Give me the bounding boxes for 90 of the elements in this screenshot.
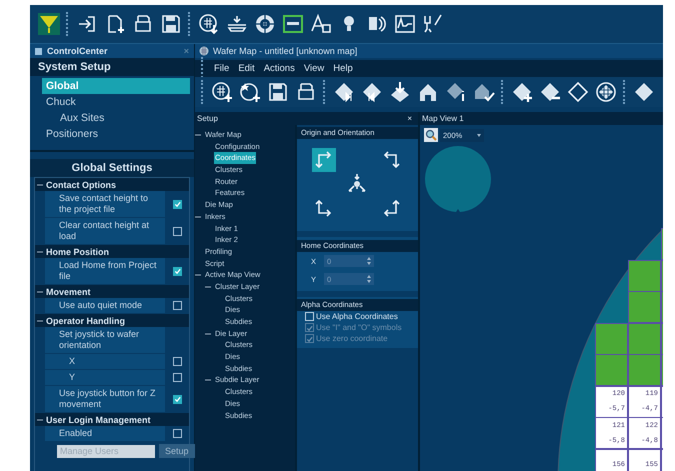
- target-icon[interactable]: [254, 13, 276, 35]
- menu-item[interactable]: Actions: [264, 63, 295, 74]
- tree-item[interactable]: Chuck: [42, 94, 194, 110]
- wafer-download-icon[interactable]: [198, 13, 220, 35]
- group-title: Movement: [46, 286, 91, 296]
- minus-icon[interactable]: [205, 330, 211, 337]
- waveform-icon[interactable]: [394, 13, 416, 35]
- group-title: User Login Management: [46, 414, 151, 424]
- menu-item[interactable]: View: [304, 63, 324, 74]
- chuck-icon[interactable]: [226, 13, 248, 35]
- checkbox[interactable]: [172, 266, 182, 276]
- diamond-minus-icon[interactable]: [539, 81, 561, 103]
- home-icon[interactable]: [417, 81, 439, 103]
- probe-pen-icon[interactable]: [422, 13, 444, 35]
- orientation-button[interactable]: [312, 148, 336, 172]
- pane-title: Setup: [197, 114, 218, 123]
- die-cell: [628, 291, 661, 323]
- diamond-info-icon[interactable]: [445, 81, 467, 103]
- save-icon[interactable]: [267, 81, 289, 103]
- checkbox-label: Use Alpha Coordinates: [316, 312, 398, 321]
- minus-icon[interactable]: [205, 377, 211, 384]
- menu-item[interactable]: Help: [333, 63, 353, 74]
- die-cell: [628, 322, 661, 354]
- setting-label: X: [45, 354, 165, 369]
- panel-title: ControlCenter: [47, 46, 108, 56]
- section-title: System Setup: [30, 58, 194, 76]
- diamond-outline-icon[interactable]: [567, 81, 589, 103]
- checkbox-label: Use zero coordinate: [316, 334, 388, 343]
- setting-label: Enabled: [45, 426, 165, 441]
- window-icon: [35, 48, 42, 54]
- group-title: Home Position: [46, 246, 110, 256]
- login-icon[interactable]: [76, 13, 98, 35]
- diamond-previous-icon[interactable]: [361, 81, 383, 103]
- checkbox[interactable]: [172, 301, 182, 310]
- wafer-thumbnail-icon: [424, 145, 492, 213]
- printer-icon[interactable]: [132, 13, 154, 35]
- wafer-icon: [199, 46, 209, 56]
- menu-item[interactable]: File: [214, 63, 230, 74]
- setting-label: Load Home from Project file: [45, 258, 165, 284]
- printer-icon[interactable]: [295, 81, 317, 103]
- setting-label: Set joystick to wafer orientation: [45, 327, 165, 353]
- checkbox[interactable]: [172, 373, 182, 382]
- minus-icon[interactable]: [37, 182, 43, 188]
- tree-item[interactable]: Positioners: [42, 126, 194, 142]
- caret-icon: [477, 134, 481, 136]
- die-cell: [595, 322, 628, 354]
- house-check-icon[interactable]: [473, 81, 495, 103]
- die-cell: [628, 260, 661, 292]
- diamond-download-icon[interactable]: [389, 81, 411, 103]
- setting-label: Use joystick button for Z movement: [45, 386, 165, 412]
- setting-label: Use auto quiet mode: [45, 298, 165, 313]
- settings-title: Global Settings: [30, 159, 194, 177]
- minus-icon[interactable]: [195, 214, 201, 220]
- setting-label: Save contact height to the project file: [45, 191, 165, 217]
- checkbox[interactable]: [172, 226, 182, 236]
- checkbox[interactable]: [172, 394, 182, 404]
- minus-icon[interactable]: [37, 248, 43, 254]
- crosshair-icon: [346, 174, 368, 194]
- setting-label: Clear contact height at load: [45, 218, 165, 244]
- setting-label: Y: [45, 370, 165, 385]
- minus-icon[interactable]: [37, 288, 43, 294]
- minus-icon[interactable]: [37, 318, 43, 324]
- minus-icon[interactable]: [37, 416, 43, 422]
- wafer-plus-icon[interactable]: [211, 81, 233, 103]
- window-title: Wafer Map - untitled [unknown map]: [213, 46, 358, 56]
- minus-icon[interactable]: [205, 284, 211, 290]
- group-title: Contact Options: [46, 180, 116, 190]
- group-title: Operator Handling: [46, 316, 126, 326]
- spin-arrows-icon: [367, 275, 372, 283]
- zoom-button[interactable]: [424, 128, 438, 142]
- logo-icon[interactable]: [38, 13, 60, 35]
- close-icon[interactable]: ×: [407, 114, 412, 123]
- checkbox[interactable]: [172, 357, 182, 366]
- wafer-grid-icon[interactable]: [595, 81, 617, 103]
- checkbox-label: Use "I" and "O" symbols: [316, 323, 402, 332]
- window-icon[interactable]: [282, 13, 304, 35]
- checkbox[interactable]: [305, 312, 314, 321]
- diamond-next-icon[interactable]: [333, 81, 355, 103]
- tree-item[interactable]: Aux Sites: [56, 110, 194, 126]
- menu-item[interactable]: Edit: [238, 63, 255, 74]
- checkbox[interactable]: [172, 200, 182, 208]
- diamond-plus-icon[interactable]: [511, 81, 533, 103]
- checkbox[interactable]: [172, 429, 182, 438]
- pane-title: Map View 1: [422, 114, 464, 123]
- save-icon[interactable]: [160, 13, 182, 35]
- spin-arrows-icon: [367, 257, 372, 265]
- minus-icon[interactable]: [195, 272, 201, 278]
- diamond-icon[interactable]: [633, 81, 655, 103]
- minus-icon[interactable]: [195, 132, 201, 138]
- font-icon[interactable]: [310, 13, 332, 35]
